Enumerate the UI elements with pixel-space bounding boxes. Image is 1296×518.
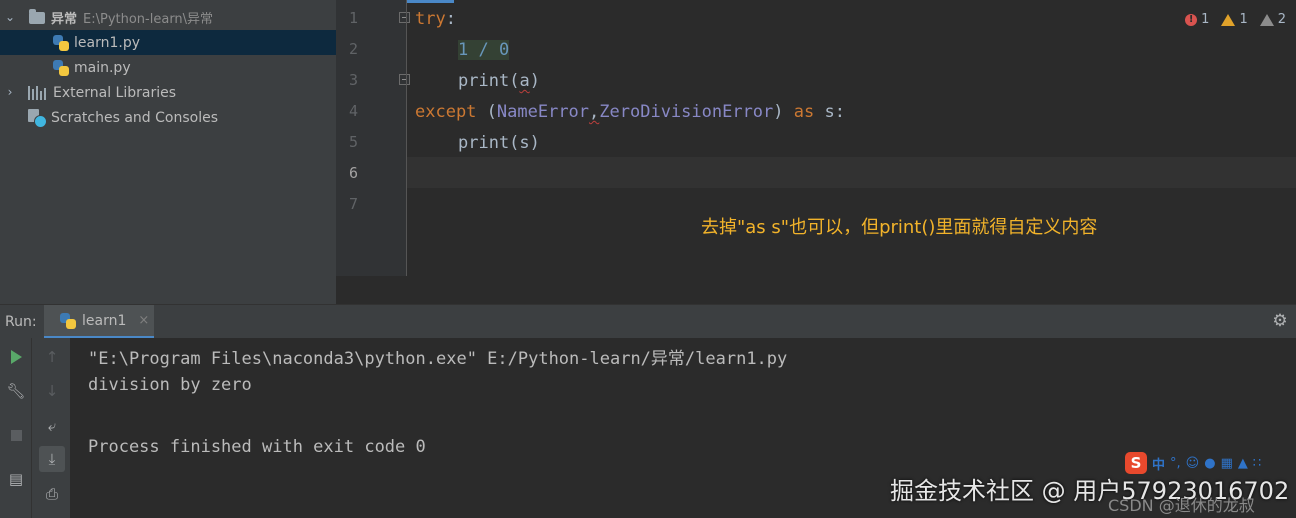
print-icon[interactable]: ⎙	[41, 483, 63, 505]
run-tab-label: learn1	[82, 312, 127, 329]
code-line-2: 1 / 0	[458, 40, 510, 60]
code-line-1: try:	[415, 9, 456, 29]
code-line-3: print(a)	[458, 71, 540, 91]
scratches-label: Scratches and Consoles	[51, 109, 218, 126]
skin-icon[interactable]: ▲	[1238, 456, 1248, 471]
keyboard-icon[interactable]: ▦	[1221, 456, 1233, 471]
line-number: 5	[348, 133, 358, 151]
python-file-icon	[53, 34, 69, 51]
stop-icon[interactable]	[5, 424, 27, 446]
code-print-call: print	[458, 71, 510, 91]
close-icon[interactable]: ×	[138, 313, 149, 328]
run-label: Run:	[5, 314, 37, 330]
code-paren: )	[773, 102, 794, 122]
inspection-widget[interactable]: ! 1 1 2	[1185, 12, 1286, 27]
toolbox-icon[interactable]: ∷	[1253, 456, 1261, 471]
annotation-text: 去掉"as s"也可以，但print()里面就得自定义内容	[701, 217, 1098, 238]
fold-marker-icon[interactable]	[399, 74, 410, 85]
warning-count[interactable]: 1	[1221, 12, 1248, 27]
run-tab-learn1[interactable]: learn1 ×	[44, 305, 154, 339]
error-icon: !	[1185, 13, 1198, 26]
ime-mode[interactable]: 中	[1152, 454, 1165, 473]
code-editor[interactable]: 1 2 3 4 5 6 7 try: 1 / 0 print(a) except…	[336, 0, 1296, 304]
external-libraries-label: External Libraries	[53, 84, 176, 101]
current-line-highlight	[407, 157, 1296, 188]
soft-wrap-icon[interactable]: ⤶	[41, 415, 63, 437]
code-colon: :	[445, 9, 456, 29]
run-tool-window-header: Run: learn1 × ⚙	[0, 304, 1296, 339]
weak-warning-icon	[1259, 13, 1274, 26]
ime-punctuation[interactable]: °,	[1170, 456, 1181, 471]
tree-item-root-folder[interactable]: ⌄ 异常 E:\Python-learn\异常	[0, 5, 336, 30]
scratches-icon	[28, 108, 47, 128]
code-unresolved-reference: a	[519, 71, 530, 91]
keyword-except: except	[415, 102, 477, 122]
rerun-icon[interactable]	[5, 346, 27, 368]
file-name-main: main.py	[74, 59, 131, 76]
code-line-5: print(s)	[458, 133, 540, 153]
console-line: "E:\Program Files\naconda3\python.exe" E…	[88, 349, 788, 369]
line-number: 4	[348, 102, 358, 120]
code-zero-division-error: ZeroDivisionError	[599, 102, 774, 122]
code-paren: (	[476, 102, 497, 122]
tree-item-main[interactable]: main.py	[0, 55, 336, 80]
code-name-error: NameError	[496, 102, 590, 122]
console-line: division by zero	[88, 375, 252, 395]
chevron-down-icon[interactable]: ⌄	[4, 11, 16, 23]
arrow-up-icon[interactable]: ↑	[41, 346, 63, 368]
scroll-to-end-icon[interactable]: ⤓	[39, 446, 65, 472]
weak-warning-count-value: 2	[1277, 12, 1286, 27]
line-number: 1	[348, 9, 358, 27]
line-number: 6	[348, 164, 358, 182]
folder-icon	[29, 8, 45, 24]
layout-icon[interactable]: ▤	[5, 468, 27, 490]
error-count[interactable]: ! 1	[1185, 12, 1209, 27]
fold-marker-icon[interactable]	[399, 12, 410, 23]
python-file-icon	[53, 59, 69, 76]
line-number: 3	[348, 71, 358, 89]
wrench-icon[interactable]: 🔧︎	[5, 380, 27, 402]
run-toolbar-secondary: ↑ ↓ ⤶ ⤓ ⎙	[32, 338, 70, 518]
gear-icon[interactable]: ⚙	[1272, 313, 1288, 330]
code-comma: ,	[589, 102, 600, 122]
keyword-try: try	[415, 9, 446, 29]
code-paren: (	[509, 71, 520, 91]
library-icon	[28, 85, 46, 100]
line-number: 2	[348, 40, 358, 58]
root-folder-name: 异常	[51, 12, 78, 27]
tree-item-external-libraries[interactable]: › External Libraries	[0, 80, 336, 105]
chevron-right-icon[interactable]: ›	[4, 86, 16, 98]
code-print-s: print(s)	[458, 133, 540, 153]
microphone-icon[interactable]: ●	[1204, 456, 1215, 471]
code-line-4: except (NameError,ZeroDivisionError) as …	[415, 102, 845, 122]
weak-warning-count[interactable]: 2	[1259, 12, 1286, 27]
emoji-icon[interactable]: ☺	[1186, 456, 1200, 471]
root-folder-path: E:\Python-learn\异常	[83, 12, 214, 27]
editor-gutter: 1 2 3 4 5 6 7	[336, 0, 410, 276]
run-toolbar-primary: 🔧︎ ▤	[0, 338, 32, 518]
gutter-divider	[406, 0, 407, 276]
warning-icon	[1221, 13, 1236, 26]
code-paren: )	[529, 71, 540, 91]
csdn-watermark: CSDN @退休的龙叔	[1108, 496, 1255, 515]
keyword-as: as	[793, 102, 815, 122]
console-line: Process finished with exit code 0	[88, 437, 426, 457]
code-division-expression: 1 / 0	[458, 40, 510, 60]
tree-item-learn1[interactable]: learn1.py	[0, 30, 336, 55]
code-alias: s:	[814, 102, 845, 122]
warning-count-value: 1	[1239, 12, 1248, 27]
tree-item-scratches[interactable]: Scratches and Consoles	[0, 105, 336, 130]
file-name-learn1: learn1.py	[74, 34, 140, 51]
project-tool-window: ⌄ 异常 E:\Python-learn\异常 learn1.py main.p…	[0, 0, 336, 304]
python-file-icon	[60, 312, 76, 329]
line-number: 7	[348, 195, 358, 213]
error-count-value: 1	[1201, 12, 1210, 27]
arrow-down-icon[interactable]: ↓	[41, 380, 63, 402]
